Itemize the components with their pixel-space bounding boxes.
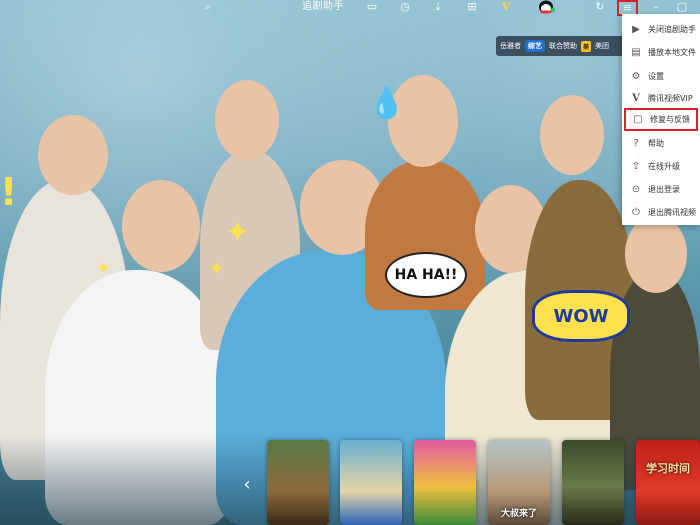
sponsor-text-1: 岳雅者 [500,42,521,50]
feedback-icon: ▢ [633,114,643,125]
menu-item-label: 退出登录 [648,185,680,194]
vip-v-icon: V [632,93,640,104]
menu-item-close-assistant[interactable]: ▶ 关闭追剧助手 [622,18,700,41]
sponsor-strip: 岳雅者 综艺 联合赞助 美 美团 [496,36,630,56]
sponsor-badge-1: 综艺 [525,40,545,52]
maximize-icon[interactable]: ▢ [674,0,690,14]
wow-text: WOW [553,305,609,327]
person-1-head [38,115,108,195]
thumbnail-title: 大叔来了 [500,509,537,519]
menu-item-label: 腾讯视频VIP [648,94,693,103]
menu-item-settings[interactable]: ⚙ 设置 [622,65,700,88]
menu-item-upgrade[interactable]: ⇧ 在线升级 [622,155,700,178]
haha-sticker: HA HA!! [385,252,467,298]
logout-icon: ⊝ [631,184,641,195]
sponsor-text-2: 联合赞助 [549,42,577,50]
menu-item-help[interactable]: ? 帮助 [622,132,700,155]
play-circle-icon: ▶ [632,24,640,35]
power-icon: ⏻ [632,207,640,218]
minimize-icon[interactable]: – [648,0,664,14]
menu-item-logout[interactable]: ⊝ 退出登录 [622,178,700,201]
person-7-head [540,95,604,175]
main-menu-dropdown: ▶ 关闭追剧助手 ▤ 播放本地文件 ⚙ 设置 V 腾讯视频VIP ▢ 修复与反馈… [622,14,700,225]
sparkle-sticker-3: ✦ [96,258,112,279]
person-3-head [215,80,279,160]
assistant-label[interactable]: 追剧助手 [302,0,344,14]
menu-item-label: 播放本地文件 [648,48,696,57]
vip-icon[interactable]: V [498,0,514,14]
wow-sticker: WOW [532,290,630,342]
haha-text: HA HA!! [394,267,458,283]
menu-item-vip[interactable]: V 腾讯视频VIP [622,87,700,110]
upgrade-icon: ⇧ [631,161,641,172]
menu-item-repair-feedback[interactable]: ▢ 修复与反馈 [624,108,698,131]
top-toolbar: ⌕ 追剧助手 ▭ ◷ ⤓ ⊞ V ↻ ≡ – ▢ [0,0,700,16]
menu-item-exit[interactable]: ⏻ 退出腾讯视频 [622,201,700,224]
thumbnail-2[interactable] [340,440,402,525]
thumbnail-1[interactable] [267,440,329,525]
menu-item-label: 设置 [648,72,664,81]
sparkle-sticker-2: ✦ [208,256,225,280]
menu-item-label: 在线升级 [648,162,680,171]
sweat-drop-sticker: 💧 [368,86,406,121]
menu-item-label: 帮助 [648,139,664,148]
thumbnail-4[interactable]: 大叔来了 [488,440,550,525]
refresh-icon[interactable]: ↻ [592,0,608,14]
download-icon[interactable]: ⤓ [430,0,446,14]
menu-item-label: 关闭追剧助手 [648,25,696,34]
thumbnail-5[interactable] [562,440,624,525]
person-8-head [625,215,687,293]
thumbnail-title: 学习时间 [646,462,690,475]
qq-avatar-icon[interactable] [536,0,556,14]
history-icon[interactable]: ◷ [397,0,413,14]
menu-item-label: 退出腾讯视频 [648,208,696,217]
carousel-prev-button[interactable]: ‹ [238,474,256,496]
search-icon[interactable]: ⌕ [200,0,216,14]
sponsor-text-3: 美团 [595,42,610,50]
person-2-head [122,180,200,272]
play-screen-icon[interactable]: ▭ [364,0,380,14]
sponsor-badge-2: 美 [581,40,592,52]
sparkle-sticker-1: ✦ [225,215,251,250]
gear-icon: ⚙ [631,71,641,82]
folder-icon: ▤ [631,47,641,58]
thumbnail-3[interactable] [414,440,476,525]
exclaim-sticker: ! [0,170,18,214]
menu-item-play-local[interactable]: ▤ 播放本地文件 [622,41,700,64]
game-controller-icon[interactable]: ⊞ [464,0,480,14]
thumbnail-6[interactable]: 学习时间 [636,440,700,525]
help-icon: ? [633,138,639,149]
menu-item-label: 修复与反馈 [650,115,690,124]
